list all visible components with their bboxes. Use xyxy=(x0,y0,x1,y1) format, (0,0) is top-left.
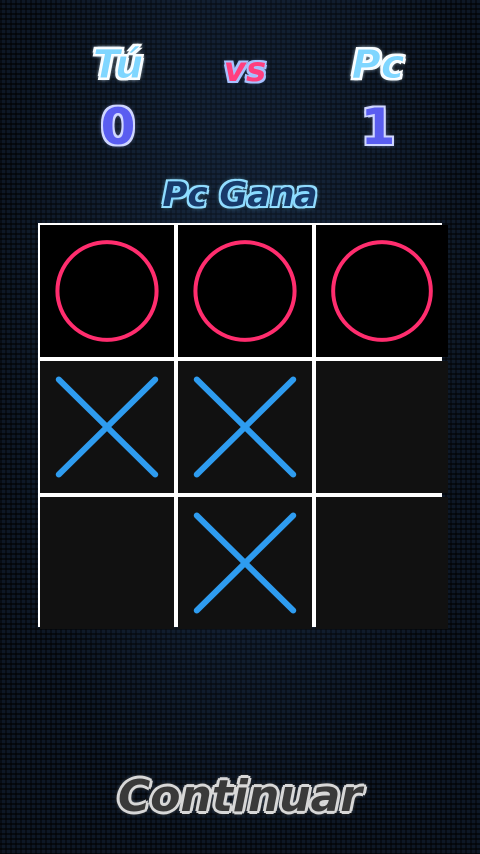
player-score-panel: Tú 0 xyxy=(48,34,188,158)
opponent-score-panel: Pc 1 xyxy=(308,34,448,158)
board-cell-r3c2[interactable] xyxy=(178,497,312,629)
game-board xyxy=(38,223,448,629)
board-cell-r1c3[interactable] xyxy=(316,225,448,357)
vs-label: vs xyxy=(223,50,267,90)
player-label: Tú xyxy=(92,42,144,89)
opponent-label: Pc xyxy=(351,42,405,89)
player-score: 0 xyxy=(100,98,136,156)
continue-button[interactable]: Continuar xyxy=(90,764,390,830)
board-cell-r1c1[interactable] xyxy=(40,225,174,357)
board-cell-r2c2[interactable] xyxy=(178,361,312,493)
board-cell-r3c1[interactable] xyxy=(40,497,174,629)
x-mark-icon xyxy=(193,512,297,614)
board-cell-r2c3[interactable] xyxy=(316,361,448,493)
opponent-score: 1 xyxy=(360,98,396,156)
x-mark-icon xyxy=(193,376,297,478)
game-status: Pc Gana xyxy=(162,175,318,215)
board-cell-r3c3[interactable] xyxy=(316,497,448,629)
o-mark-icon xyxy=(55,240,159,342)
x-mark-icon xyxy=(55,376,159,478)
board-cell-r2c1[interactable] xyxy=(40,361,174,493)
o-mark-icon xyxy=(193,240,297,342)
board-cell-r1c2[interactable] xyxy=(178,225,312,357)
o-mark-icon xyxy=(331,240,433,342)
